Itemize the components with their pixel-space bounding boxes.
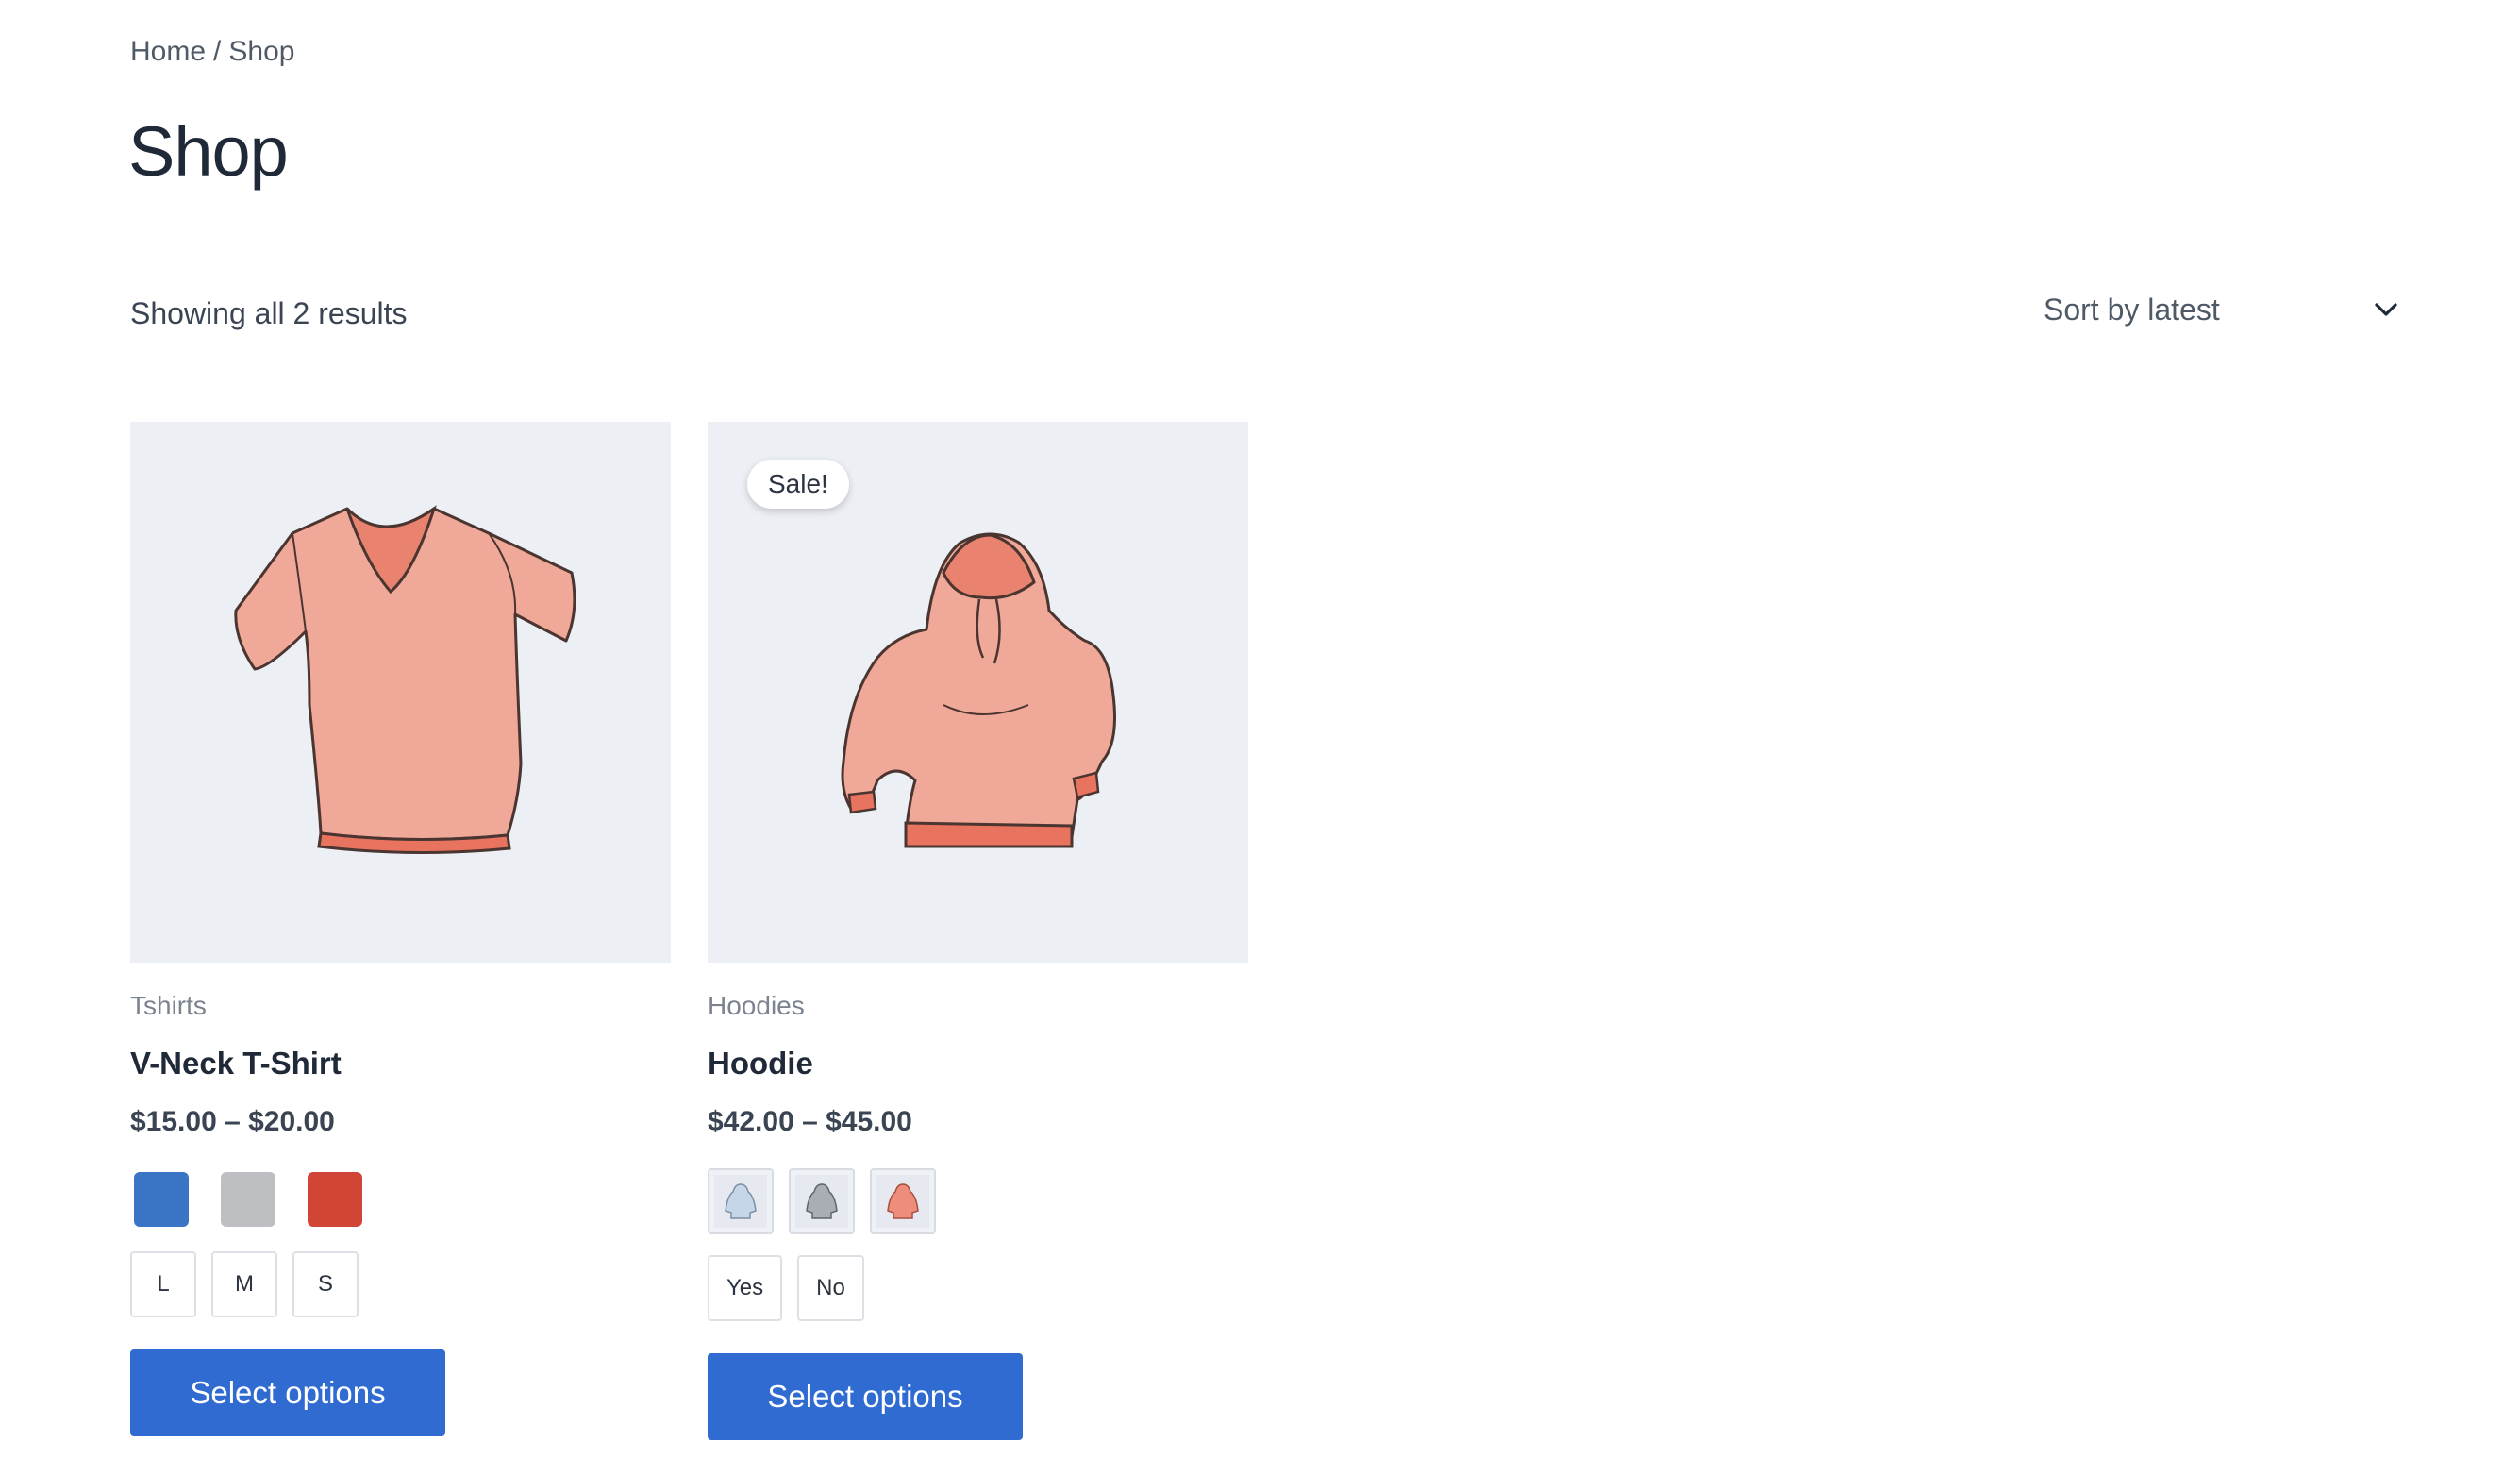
product-title[interactable]: V-Neck T-Shirt <box>130 1046 671 1081</box>
product-price: $42.00 – $45.00 <box>708 1106 912 1137</box>
breadcrumb-home-link[interactable]: Home <box>130 36 206 67</box>
chevron-down-icon <box>2375 303 2397 316</box>
option-yes[interactable]: Yes <box>708 1255 783 1321</box>
select-options-button[interactable]: Select options <box>708 1353 1023 1440</box>
sort-selected-value: Sort by latest <box>2044 292 2220 327</box>
breadcrumb: Home / Shop <box>130 36 294 68</box>
product-category: Tshirts <box>130 991 207 1020</box>
size-option-l[interactable]: L <box>130 1251 196 1317</box>
option-no[interactable]: No <box>797 1255 864 1321</box>
image-swatches <box>708 1168 1248 1234</box>
size-option-m[interactable]: M <box>211 1251 277 1317</box>
product-image-link[interactable] <box>130 422 671 963</box>
size-options: L M S <box>130 1251 671 1317</box>
image-swatch-gray[interactable] <box>789 1168 855 1234</box>
breadcrumb-current: Shop <box>228 36 295 67</box>
hoodie-thumb-icon <box>806 1183 838 1219</box>
sort-dropdown[interactable]: Sort by latest <box>2019 283 2406 336</box>
image-swatch-blue[interactable] <box>708 1168 774 1234</box>
option-labels: Yes No <box>708 1255 1248 1321</box>
color-swatch-blue[interactable] <box>134 1172 189 1227</box>
image-swatch-red[interactable] <box>870 1168 936 1234</box>
size-option-s[interactable]: S <box>292 1251 359 1317</box>
product-title[interactable]: Hoodie <box>708 1046 1248 1081</box>
sale-badge: Sale! <box>747 460 849 509</box>
page-title: Shop <box>128 112 289 191</box>
select-options-button[interactable]: Select options <box>130 1349 445 1436</box>
color-swatch-gray[interactable] <box>221 1172 275 1227</box>
product-category: Hoodies <box>708 991 805 1020</box>
product-card-vneck: Tshirts V-Neck T-Shirt $15.00 – $20.00 L… <box>130 422 671 1436</box>
hoodie-thumb-icon <box>887 1183 919 1219</box>
breadcrumb-separator: / <box>213 36 222 67</box>
color-swatch-red[interactable] <box>308 1172 362 1227</box>
product-price: $15.00 – $20.00 <box>130 1106 335 1137</box>
product-card-hoodie: Sale! Hoodies Hoodie $42.00 – $45.00 Yes… <box>708 422 1248 1440</box>
tshirt-image <box>234 505 576 855</box>
result-count: Showing all 2 results <box>130 296 408 330</box>
color-swatches <box>130 1168 671 1231</box>
hoodie-thumb-icon <box>725 1183 757 1219</box>
product-image-link[interactable]: Sale! <box>708 422 1248 963</box>
